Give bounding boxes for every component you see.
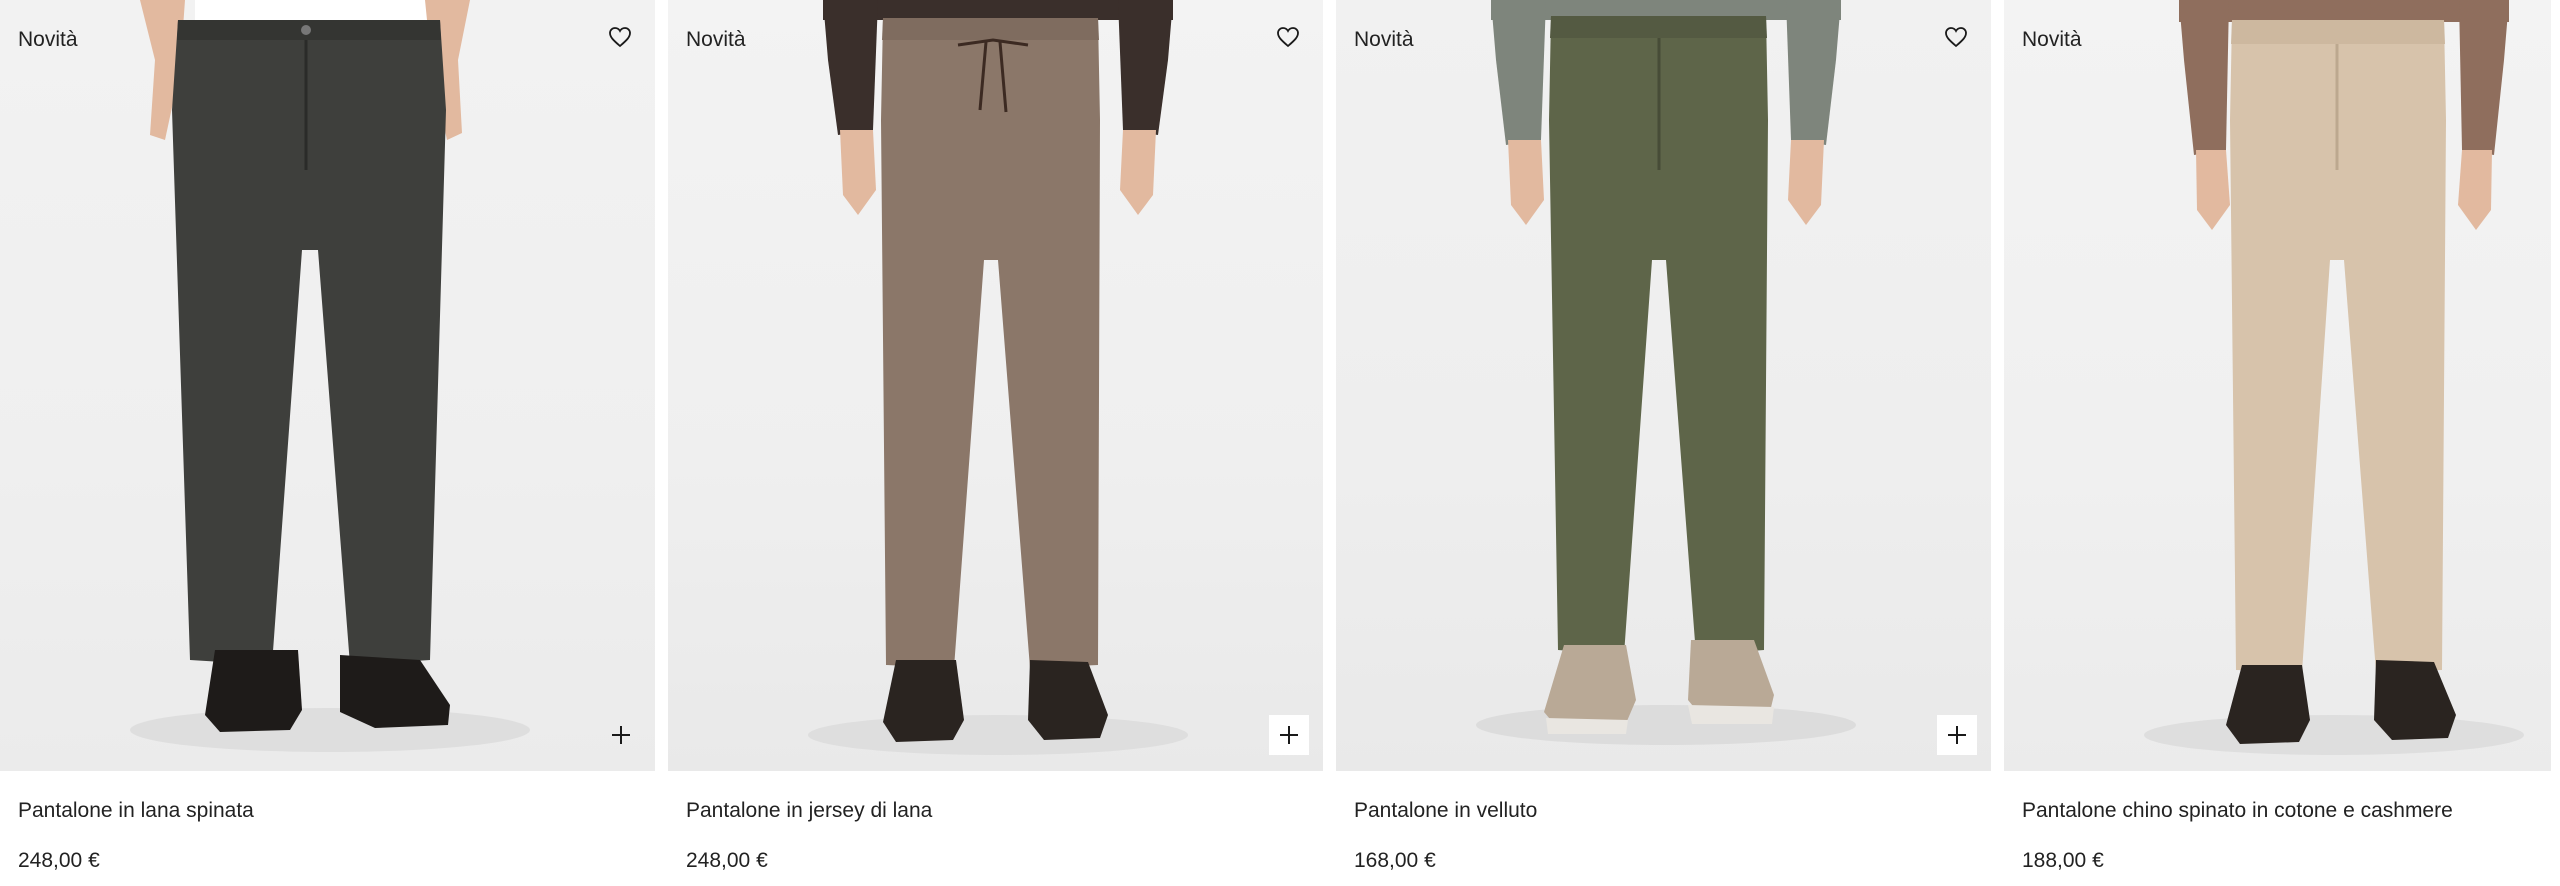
product-photo: [2144, 0, 2524, 755]
product-image[interactable]: Novità: [0, 0, 655, 771]
product-image[interactable]: Novità: [1336, 0, 1991, 771]
new-badge: Novità: [2022, 28, 2082, 51]
product-price: 188,00 €: [2022, 849, 2104, 872]
wishlist-heart-icon[interactable]: [1939, 20, 1973, 54]
wishlist-heart-icon[interactable]: [603, 20, 637, 54]
product-image[interactable]: Novità: [2004, 0, 2551, 771]
product-info: Pantalone in lana spinata 248,00 €: [0, 771, 655, 873]
add-to-bag-button[interactable]: [601, 715, 641, 755]
plus-icon: [612, 726, 630, 744]
heart-icon: [1945, 27, 1967, 48]
product-info: Pantalone chino spinato in cotone e cash…: [2004, 771, 2551, 873]
product-photo: [808, 0, 1188, 755]
product-name[interactable]: Pantalone in velluto: [1354, 799, 1973, 829]
product-price: 168,00 €: [1354, 849, 1436, 872]
heart-icon: [1277, 27, 1299, 48]
product-info: Pantalone in velluto 168,00 €: [1336, 771, 1991, 873]
product-price: 248,00 €: [686, 849, 768, 872]
product-name[interactable]: Pantalone in jersey di lana: [686, 799, 1305, 829]
product-grid: Novità Pantalone in lana spinata 248,00 …: [0, 0, 2560, 886]
new-badge: Novità: [1354, 28, 1414, 51]
product-name[interactable]: Pantalone in lana spinata: [18, 799, 637, 829]
product-photo: [130, 0, 530, 752]
new-badge: Novità: [686, 28, 746, 51]
product-photo: [1476, 0, 1856, 745]
product-card[interactable]: Novità Pantalone chino spinato in cotone…: [2004, 0, 2551, 886]
plus-icon: [1280, 726, 1298, 744]
add-to-bag-button[interactable]: [1937, 715, 1977, 755]
product-card[interactable]: Novità Pantalone in lana spinata 248,00 …: [0, 0, 655, 886]
plus-icon: [1948, 726, 1966, 744]
product-card[interactable]: Novità Pantalone in velluto 168,00 €: [1336, 0, 1991, 886]
product-price: 248,00 €: [18, 849, 100, 872]
add-to-bag-button[interactable]: [1269, 715, 1309, 755]
wishlist-heart-icon[interactable]: [1271, 20, 1305, 54]
product-image[interactable]: Novità: [668, 0, 1323, 771]
product-info: Pantalone in jersey di lana 248,00 €: [668, 771, 1323, 873]
new-badge: Novità: [18, 28, 78, 51]
heart-icon: [609, 27, 631, 48]
product-name[interactable]: Pantalone chino spinato in cotone e cash…: [2022, 799, 2533, 829]
product-card[interactable]: Novità Pantalone in jersey di lana 248,0…: [668, 0, 1323, 886]
